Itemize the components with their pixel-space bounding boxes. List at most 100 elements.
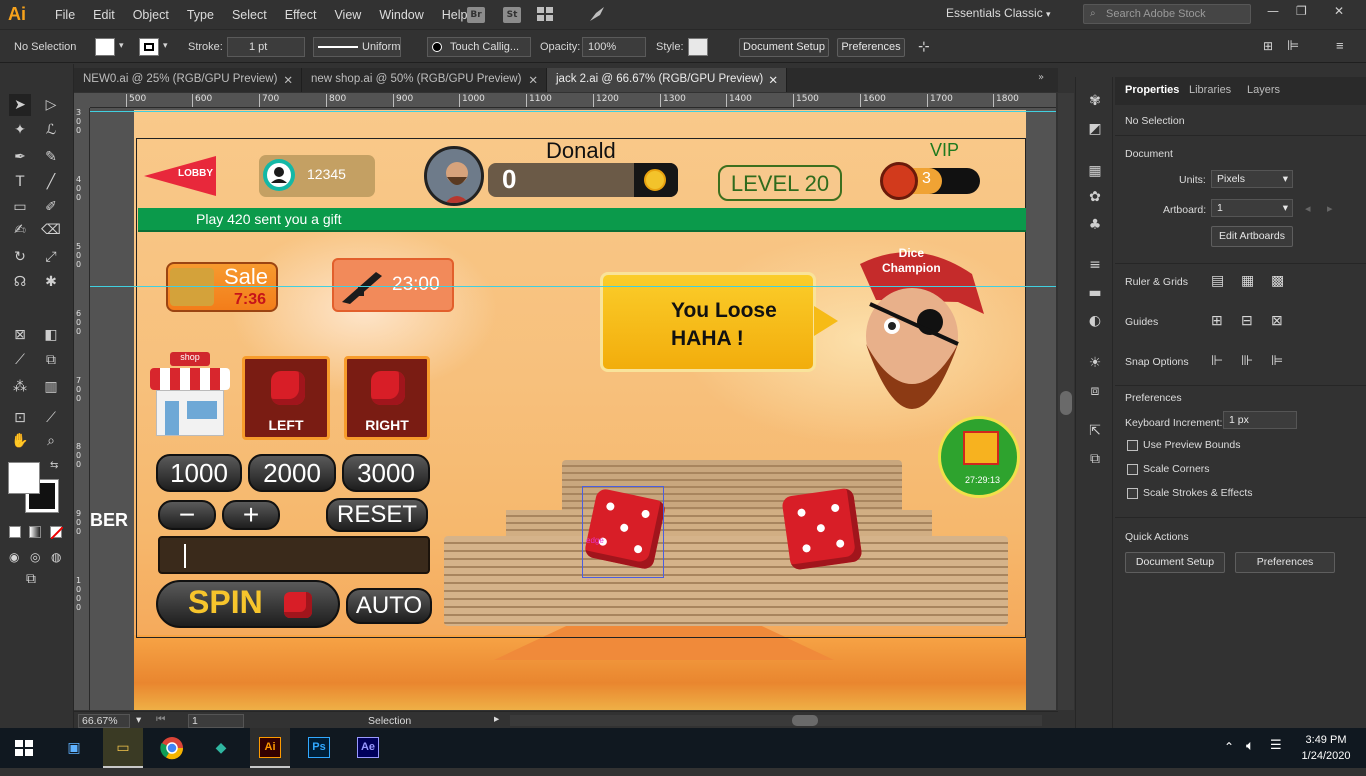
units-select[interactable]: Pixels ▾	[1211, 170, 1293, 188]
fill-swatch[interactable]	[95, 38, 115, 56]
illustrator-taskbar-icon[interactable]: Ai	[250, 728, 290, 768]
draw-normal-icon[interactable]: ◉	[9, 550, 19, 564]
lock-guides-icon[interactable]: ⊟	[1241, 312, 1253, 329]
puppet-warp-icon[interactable]: ✱	[40, 271, 62, 293]
horizontal-scrollbar[interactable]	[510, 715, 1042, 726]
magic-wand-icon[interactable]: ✦	[9, 119, 31, 141]
guide-line[interactable]	[90, 111, 1056, 112]
file-explorer-icon[interactable]: ▭	[103, 728, 143, 768]
rectangle-tool-icon[interactable]: ▭	[9, 196, 31, 218]
swatches-icon[interactable]: ▦	[1086, 163, 1104, 179]
snap-to-point-icon[interactable]: ⊩	[1211, 352, 1223, 369]
appearance-icon[interactable]: ☀	[1086, 355, 1104, 371]
blend-tool-icon[interactable]: ⧉	[40, 349, 62, 371]
symbols-icon[interactable]: ♣	[1086, 217, 1104, 233]
draw-behind-icon[interactable]: ◎	[30, 550, 40, 564]
gradient-panel-icon[interactable]: ▬	[1086, 285, 1104, 301]
windows-start-icon[interactable]	[15, 740, 33, 756]
plus-button[interactable]: +	[222, 500, 280, 530]
graph-tool-icon[interactable]: ▥	[40, 376, 62, 398]
left-bet-button[interactable]: LEFT	[242, 356, 330, 440]
hand-tool-icon[interactable]: ✋	[9, 430, 31, 452]
workspace-switcher[interactable]: Essentials Classic ▾	[946, 6, 1051, 24]
horizontal-scroll-thumb[interactable]	[792, 715, 818, 726]
align-icon[interactable]: ⊞	[1263, 39, 1273, 53]
symbol-sprayer-icon[interactable]: ⁂	[9, 376, 31, 398]
opacity-field[interactable]: 100%	[582, 37, 646, 57]
direct-selection-tool-icon[interactable]: ▷	[40, 94, 62, 116]
artboard-tool-icon[interactable]: ⊡	[9, 407, 31, 429]
guide-line[interactable]	[90, 286, 1056, 287]
menu-window[interactable]: Window	[370, 8, 432, 22]
tabs-overflow-icon[interactable]: »	[1038, 72, 1044, 83]
sale-button[interactable]: Sale 7:36	[166, 262, 278, 312]
chevron-down-icon[interactable]: ▾	[136, 714, 141, 726]
bet-2000-button[interactable]: 2000	[248, 454, 336, 492]
stock-button[interactable]: St	[503, 7, 521, 23]
reset-button[interactable]: RESET	[326, 498, 428, 532]
scale-tool-icon[interactable]: ⤢	[40, 246, 62, 268]
artboard-select[interactable]: 1 ▾	[1211, 199, 1293, 217]
menu-object[interactable]: Object	[124, 8, 178, 22]
grid-icon[interactable]: ▦	[1241, 272, 1254, 289]
transparency-grid-icon[interactable]: ▩	[1271, 272, 1284, 289]
vertical-scroll-thumb[interactable]	[1060, 391, 1072, 415]
ruler-origin[interactable]	[74, 93, 90, 108]
tab-libraries[interactable]: Libraries	[1189, 84, 1231, 96]
color-guide-icon[interactable]: ◩	[1086, 121, 1104, 137]
artboard[interactable]: LOBBY 12345 Donald 0 LEVEL 20 VIP 3 Play…	[134, 110, 1026, 710]
graphic-styles-icon[interactable]: ⧈	[1086, 383, 1104, 399]
photoshop-taskbar-icon[interactable]: Ps	[299, 728, 339, 768]
close-icon[interactable]: ✕	[528, 73, 538, 87]
pen-tool-icon[interactable]: ✒	[9, 146, 31, 168]
dice-right[interactable]	[781, 487, 863, 571]
properties-menu-icon[interactable]: ⊫	[1287, 37, 1299, 54]
next-artboard-icon[interactable]: ▸	[1327, 202, 1333, 215]
curvature-tool-icon[interactable]: ✎	[40, 146, 62, 168]
stroke-panel-icon[interactable]: ≡	[1086, 257, 1104, 273]
chevron-down-icon[interactable]: ▾	[119, 40, 124, 51]
bet-1000-button[interactable]: 1000	[156, 454, 242, 492]
volume-icon[interactable]: 🔈︎	[1246, 738, 1254, 754]
scale-strokes-checkbox[interactable]	[1127, 488, 1138, 499]
notifications-icon[interactable]: ☰	[1270, 738, 1282, 753]
horizontal-ruler[interactable]: 500 600 700 800 900 1000 1100 1200 1300 …	[90, 93, 1056, 108]
stroke-weight-field[interactable]: 1 pt	[227, 37, 305, 57]
bet-amount-input[interactable]	[158, 536, 430, 574]
rotate-tool-icon[interactable]: ↻	[9, 246, 31, 268]
menu-select[interactable]: Select	[223, 8, 276, 22]
spin-button[interactable]: SPIN	[156, 580, 340, 628]
line-tool-icon[interactable]: ╱	[40, 171, 62, 193]
filmora-icon[interactable]: ◆	[201, 728, 241, 768]
keyboard-increment-field[interactable]: 1 px	[1223, 411, 1297, 429]
close-icon[interactable]: ✕	[1334, 4, 1344, 18]
clock[interactable]: 3:49 PM 1/24/2020	[1296, 732, 1356, 764]
weapon-offer-button[interactable]: 23:00	[332, 258, 454, 312]
shop-button[interactable]: shop	[150, 352, 230, 438]
smart-guides-icon[interactable]: ⊠	[1271, 312, 1283, 329]
close-icon[interactable]: ✕	[768, 73, 778, 87]
draw-inside-icon[interactable]: ◍	[51, 550, 61, 564]
show-guides-icon[interactable]: ⊞	[1211, 312, 1223, 329]
paintbrush-icon[interactable]: ✐	[40, 196, 62, 218]
show-hidden-icons-icon[interactable]: ⌃	[1224, 740, 1234, 754]
transparency-icon[interactable]: ◐	[1086, 313, 1104, 329]
gpu-performance-icon[interactable]	[588, 5, 606, 23]
this-pc-icon[interactable]: ▣	[54, 728, 94, 768]
color-palette-icon[interactable]: ✾	[1086, 93, 1104, 109]
ruler-icon[interactable]: ▤	[1211, 272, 1224, 289]
menu-edit[interactable]: Edit	[84, 8, 124, 22]
gradient-mode-icon[interactable]	[29, 526, 41, 538]
tab-new0[interactable]: NEW0.ai @ 25% (RGB/GPU Preview) ✕	[74, 68, 302, 92]
tab-properties[interactable]: Properties	[1125, 84, 1179, 96]
graphic-style-swatch[interactable]	[688, 38, 708, 56]
quick-document-setup-button[interactable]: Document Setup	[1125, 552, 1225, 573]
arrange-documents-icon[interactable]	[537, 7, 553, 21]
artboards-icon[interactable]: ⧉	[1086, 451, 1104, 467]
variable-width-profile[interactable]: Uniform	[313, 37, 401, 57]
scale-corners-checkbox[interactable]	[1127, 464, 1138, 475]
vertical-scrollbar[interactable]	[1058, 93, 1074, 710]
vertical-ruler[interactable]: 300 400 500 600 700 800 900 1000	[74, 108, 90, 710]
selection-bounding-box[interactable]	[582, 486, 664, 578]
export-icon[interactable]: ⇱	[1086, 423, 1104, 439]
